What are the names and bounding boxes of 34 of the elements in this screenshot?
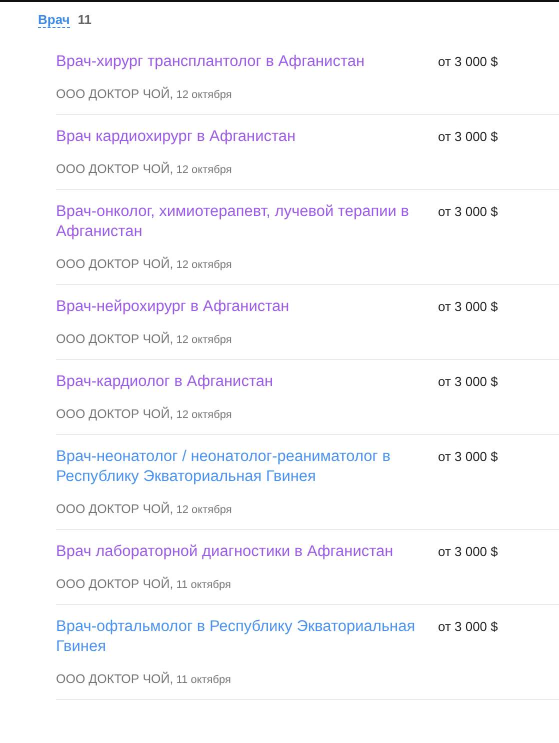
company-name: ООО ДОКТОР ЧОЙ, (56, 672, 174, 686)
posting-date: 11 октября (176, 674, 232, 686)
vacancy-title-link[interactable]: Врач-нейрохирург в Афганистан (56, 297, 290, 317)
vacancy-title-link[interactable]: Врач-хирург трансплантолог в Афганистан (56, 52, 365, 72)
posting-date: 12 октября (176, 334, 232, 346)
salary: от 3 000 $ (438, 618, 498, 636)
salary: от 3 000 $ (438, 203, 498, 221)
vacancy-title-link[interactable]: Врач-кардиолог в Афганистан (56, 372, 274, 392)
posting-date: 12 октября (176, 89, 232, 101)
vacancy-title-link[interactable]: Врач лабораторной диагностики в Афганистан (56, 542, 394, 562)
company-name: ООО ДОКТОР ЧОЙ, (56, 577, 174, 591)
posting-date: 12 октября (176, 409, 232, 421)
salary: от 3 000 $ (438, 298, 498, 316)
vacancy-title-link[interactable]: Врач-офтальмолог в Республику Экваториальная Гвинея (56, 617, 430, 657)
salary: от 3 000 $ (438, 128, 498, 146)
vacancy-count: 11 (78, 12, 92, 27)
salary: от 3 000 $ (438, 448, 498, 466)
company-name: ООО ДОКТОР ЧОЙ, (56, 257, 174, 271)
posting-date: 12 октября (176, 504, 232, 516)
company-name: ООО ДОКТОР ЧОЙ, (56, 407, 174, 421)
posting-date: 12 октября (176, 259, 232, 271)
salary: от 3 000 $ (438, 543, 498, 561)
category-link[interactable]: Врач (38, 12, 70, 28)
vacancy-title-link[interactable]: Врач-онколог, химиотерапевт, лучевой терапии в Афганистан (56, 202, 430, 242)
company-name: ООО ДОКТОР ЧОЙ, (56, 502, 174, 516)
vacancy-title-link[interactable]: Врач-неонатолог / неонатолог-реаниматолог в Республику Экваториальная Гвинея (56, 447, 430, 487)
vacancy-title-link[interactable]: Врач кардиохирург в Афганистан (56, 127, 296, 147)
salary: от 3 000 $ (438, 53, 498, 71)
company-name: ООО ДОКТОР ЧОЙ, (56, 87, 174, 101)
posting-date: 11 октября (176, 579, 232, 591)
company-name: ООО ДОКТОР ЧОЙ, (56, 332, 174, 346)
salary: от 3 000 $ (438, 373, 498, 391)
company-name: ООО ДОКТОР ЧОЙ, (56, 162, 174, 176)
posting-date: 12 октября (176, 164, 232, 176)
